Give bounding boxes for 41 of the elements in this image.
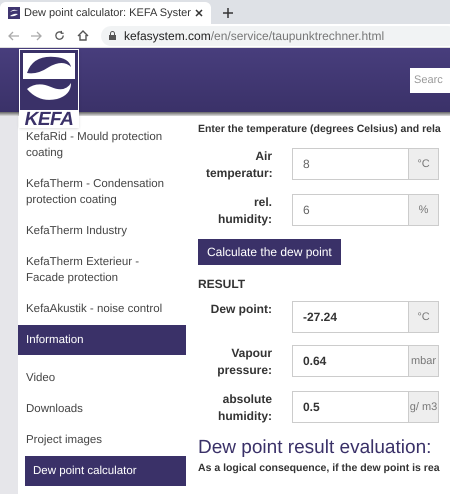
sidebar-item[interactable]: Video bbox=[18, 363, 186, 393]
sidebar-item[interactable]: KefaAkustik - noise control bbox=[18, 294, 186, 324]
field-label: Vapour pressure: bbox=[216, 344, 272, 379]
browser-tab[interactable]: Dew point calculator: KEFA Syster bbox=[0, 2, 211, 24]
sidebar-item[interactable]: KefaTherm - Condensation protection coating bbox=[18, 169, 186, 215]
unit-label: °C bbox=[409, 300, 439, 333]
input-field[interactable]: 8 bbox=[292, 148, 409, 180]
unit-label: g/ m3 bbox=[409, 390, 439, 423]
sidebar-item[interactable]: Downloads bbox=[18, 394, 186, 424]
input-field[interactable]: 6 bbox=[292, 194, 409, 226]
input-field[interactable]: 0.5 bbox=[292, 390, 409, 423]
field-label: absolute humidity: bbox=[217, 390, 272, 425]
sidebar-item[interactable]: Dew point calculator bbox=[25, 456, 186, 486]
evaluation-text: As a logical consequence, if the dew point is rea bbox=[198, 462, 440, 474]
search-field[interactable]: Searc bbox=[410, 68, 450, 92]
lock-icon bbox=[109, 31, 116, 40]
unit-label: % bbox=[409, 194, 439, 226]
url-text: kefasystem.com/en/service/taupunktrechner.html bbox=[124, 28, 384, 44]
unit-label: mbar bbox=[409, 344, 439, 377]
evaluation-heading: Dew point result evaluation: bbox=[198, 436, 432, 459]
input-field[interactable]: 0.64 bbox=[292, 344, 409, 377]
intro-text: Enter the temperature (degrees Celsius) and rela bbox=[198, 122, 441, 137]
new-tab-icon[interactable] bbox=[222, 8, 233, 18]
sidebar-heading[interactable]: Information bbox=[18, 325, 186, 355]
sidebar-item[interactable]: KefaTherm Exterieur - Facade protection bbox=[18, 247, 186, 293]
close-icon[interactable] bbox=[194, 9, 203, 17]
site-icon bbox=[8, 7, 20, 19]
field-label: Dew point: bbox=[210, 300, 272, 318]
home-icon[interactable] bbox=[77, 30, 89, 41]
reload-icon[interactable] bbox=[54, 30, 65, 41]
logo-text: KEFA bbox=[24, 111, 74, 128]
field-label: Air temperatur: bbox=[206, 148, 272, 182]
sidebar-item[interactable]: KefaTherm Industry bbox=[18, 216, 186, 246]
address-bar[interactable]: kefasystem.com/en/service/taupunktrechner.html bbox=[101, 26, 450, 46]
field-label: rel. humidity: bbox=[217, 194, 272, 228]
result-title: RESULT bbox=[198, 276, 246, 293]
sidebar-item[interactable]: Project images bbox=[18, 425, 186, 455]
unit-label: °C bbox=[409, 148, 439, 180]
input-field[interactable]: -27.24 bbox=[292, 300, 409, 333]
tab-title: Dew point calculator: KEFA Syster bbox=[24, 6, 191, 21]
calculate-button[interactable]: Calculate the dew point bbox=[198, 238, 341, 265]
